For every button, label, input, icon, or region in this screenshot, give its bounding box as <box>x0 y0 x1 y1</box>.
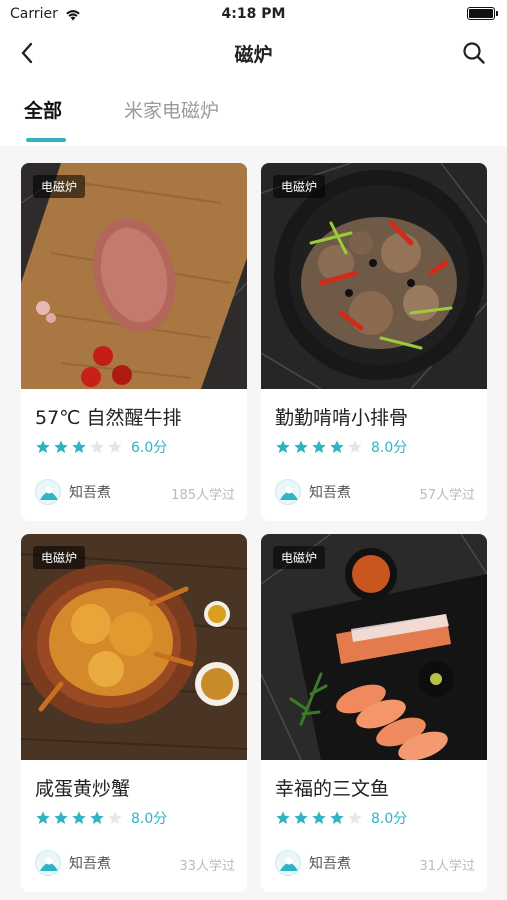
rating-score: 6.0分 <box>131 440 168 456</box>
recipe-card[interactable]: 电磁炉 幸福的三文鱼 8.0分 知吾煮 31人学过 <box>261 534 487 892</box>
star-filled-icon <box>90 811 104 824</box>
star-filled-icon <box>72 440 86 453</box>
author-info[interactable]: 知吾煮 <box>35 479 111 505</box>
cooker-tag: 电磁炉 <box>273 175 326 198</box>
battery-icon <box>467 7 498 20</box>
back-button[interactable] <box>14 40 40 66</box>
learner-count: 33人学过 <box>179 859 235 874</box>
star-empty-icon <box>90 440 104 453</box>
avatar <box>35 850 61 876</box>
star-filled-icon <box>276 811 290 824</box>
recipe-card[interactable]: 电磁炉 57℃ 自然醒牛排 6.0分 知吾煮 185人学过 <box>21 163 247 521</box>
star-filled-icon <box>330 440 344 453</box>
author-name: 知吾煮 <box>69 485 111 501</box>
star-filled-icon <box>276 440 290 453</box>
recipe-title: 幸福的三文鱼 <box>275 778 390 800</box>
rating-score: 8.0分 <box>371 440 408 456</box>
author-info[interactable]: 知吾煮 <box>275 850 351 876</box>
nav-bar: 磁炉 <box>0 30 507 76</box>
star-filled-icon <box>312 440 326 453</box>
star-filled-icon <box>312 811 326 824</box>
recipe-image: 电磁炉 <box>261 534 487 760</box>
search-button[interactable] <box>461 40 487 66</box>
star-filled-icon <box>294 440 308 453</box>
status-time: 4:18 PM <box>221 6 286 22</box>
recipe-image: 电磁炉 <box>21 534 247 760</box>
chevron-left-icon <box>21 42 33 64</box>
cooker-tag: 电磁炉 <box>273 546 326 569</box>
recipe-image: 电磁炉 <box>261 163 487 389</box>
star-empty-icon <box>348 811 362 824</box>
star-filled-icon <box>54 440 68 453</box>
rating-score: 8.0分 <box>371 811 408 827</box>
star-rating: 8.0分 <box>35 808 167 828</box>
star-filled-icon <box>36 811 50 824</box>
star-empty-icon <box>348 440 362 453</box>
cooker-tag: 电磁炉 <box>33 175 86 198</box>
author-name: 知吾煮 <box>309 485 351 501</box>
tab-mijia-induction[interactable]: 米家电磁炉 <box>124 96 219 123</box>
tab-indicator <box>26 138 66 142</box>
status-bar: Carrier 4:18 PM <box>0 0 507 30</box>
recipe-image: 电磁炉 <box>21 163 247 389</box>
author-name: 知吾煮 <box>309 856 351 872</box>
star-rating: 8.0分 <box>275 808 407 828</box>
cooker-tag: 电磁炉 <box>33 546 86 569</box>
recipe-grid: 电磁炉 57℃ 自然醒牛排 6.0分 知吾煮 185人学过 电磁炉 勤勤啃啃小排… <box>0 146 507 900</box>
page-title: 磁炉 <box>234 44 273 66</box>
star-filled-icon <box>294 811 308 824</box>
star-filled-icon <box>330 811 344 824</box>
avatar <box>275 479 301 505</box>
rating-score: 8.0分 <box>131 811 168 827</box>
learner-count: 185人学过 <box>171 488 235 503</box>
avatar <box>275 850 301 876</box>
star-rating: 6.0分 <box>35 437 167 457</box>
author-info[interactable]: 知吾煮 <box>275 479 351 505</box>
star-filled-icon <box>36 440 50 453</box>
recipe-card[interactable]: 电磁炉 勤勤啃啃小排骨 8.0分 知吾煮 57人学过 <box>261 163 487 521</box>
tab-bar: 全部 米家电磁炉 <box>0 76 507 146</box>
search-icon <box>463 42 485 64</box>
star-empty-icon <box>108 811 122 824</box>
recipe-title: 咸蛋黄炒蟹 <box>35 778 131 800</box>
recipe-title: 57℃ 自然醒牛排 <box>35 407 182 429</box>
author-name: 知吾煮 <box>69 856 111 872</box>
star-filled-icon <box>72 811 86 824</box>
learner-count: 31人学过 <box>419 859 475 874</box>
recipe-card[interactable]: 电磁炉 咸蛋黄炒蟹 8.0分 知吾煮 33人学过 <box>21 534 247 892</box>
avatar <box>35 479 61 505</box>
learner-count: 57人学过 <box>419 488 475 503</box>
tab-all[interactable]: 全部 <box>24 96 62 123</box>
star-filled-icon <box>54 811 68 824</box>
author-info[interactable]: 知吾煮 <box>35 850 111 876</box>
battery-fill <box>469 9 493 18</box>
star-empty-icon <box>108 440 122 453</box>
recipe-title: 勤勤啃啃小排骨 <box>275 407 409 429</box>
star-rating: 8.0分 <box>275 437 407 457</box>
